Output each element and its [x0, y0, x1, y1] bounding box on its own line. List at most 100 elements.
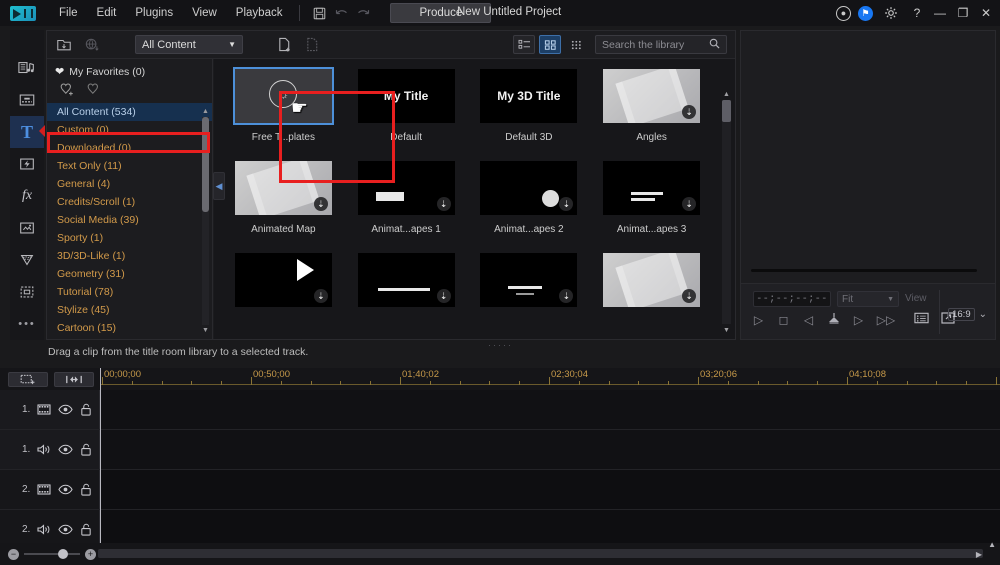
table-row[interactable]: 1. — [0, 390, 1000, 430]
track-manager-icon[interactable] — [8, 371, 48, 387]
thumbnail-default[interactable]: My Title — [357, 69, 455, 123]
favorite-tag-icon[interactable] — [86, 81, 103, 101]
new-title-icon[interactable] — [273, 35, 295, 55]
stop-button[interactable]: ◻ — [776, 313, 791, 327]
list-item[interactable]: My 3D Title Default 3D — [468, 63, 591, 155]
play-button[interactable]: ▷ — [751, 313, 766, 327]
close-button[interactable]: ✕ — [978, 6, 994, 20]
grid-scroll-up-icon[interactable]: ▲ — [721, 89, 732, 99]
account-icon[interactable]: ● — [836, 5, 851, 21]
search-icon[interactable] — [709, 38, 720, 52]
eye-icon[interactable] — [58, 524, 74, 535]
list-item[interactable]: ⇣ Animat...apes 3 — [590, 155, 713, 247]
category-scroll-up-icon[interactable]: ▲ — [201, 107, 210, 116]
download-icon[interactable]: ⇣ — [682, 289, 697, 303]
zoom-out-button[interactable]: − — [8, 548, 19, 560]
save-icon[interactable] — [308, 3, 330, 23]
redo-icon[interactable] — [352, 3, 374, 23]
previous-frame-button[interactable]: ◁ — [801, 313, 816, 327]
my-favorites-row[interactable]: ❤ My Favorites (0) — [47, 59, 212, 80]
category-item-stylize[interactable]: Stylize (45) — [47, 301, 212, 319]
download-icon[interactable]: ⇣ — [313, 197, 328, 211]
help-button[interactable]: ? — [909, 6, 925, 20]
list-item[interactable]: ⇣ — [590, 247, 713, 339]
category-item-general[interactable]: General (4) — [47, 175, 212, 193]
fit-mode-dropdown[interactable]: Fit ▼ — [837, 291, 899, 307]
sidebar-item-particle-room[interactable] — [10, 244, 44, 276]
preview-menu-button[interactable] — [914, 312, 929, 327]
category-item-tutorial[interactable]: Tutorial (78) — [47, 283, 212, 301]
content-filter-dropdown[interactable]: All Content ▼ — [135, 35, 243, 54]
timeline-marker-icon[interactable] — [54, 371, 94, 387]
list-item[interactable]: ⇣ Animated Map — [222, 155, 345, 247]
library-collapse-handle[interactable]: ◀ — [213, 172, 225, 200]
eye-icon[interactable] — [58, 444, 74, 455]
import-media-icon[interactable] — [53, 35, 75, 55]
list-item[interactable]: ⇣ Animat...apes 1 — [345, 155, 468, 247]
table-row[interactable]: 2. — [0, 470, 1000, 510]
maximize-button[interactable]: ❐ — [955, 6, 971, 20]
category-item-text-only[interactable]: Text Only (11) — [47, 157, 212, 175]
track-body-video-2[interactable] — [100, 470, 1000, 509]
download-icon[interactable]: ⇣ — [436, 289, 451, 303]
unlock-icon[interactable] — [80, 523, 92, 536]
category-item-credits-scroll[interactable]: Credits/Scroll (1) — [47, 193, 212, 211]
category-item-custom[interactable]: Custom (0) — [47, 121, 212, 139]
list-item[interactable]: ☼ ☛ Free T...plates — [222, 63, 345, 155]
preview-screen[interactable] — [741, 31, 995, 283]
category-item-cartoon[interactable]: Cartoon (15) — [47, 319, 212, 337]
grid-scroll-thumb[interactable] — [722, 100, 731, 122]
thumbnail-animated-map[interactable]: ⇣ — [234, 161, 332, 215]
track-header-video-2[interactable]: 2. — [0, 470, 100, 509]
sidebar-item-title-room[interactable]: T — [10, 116, 45, 148]
zoom-slider-thumb[interactable] — [58, 549, 68, 559]
grid-view-icon[interactable] — [539, 35, 561, 54]
timeline-ruler[interactable]: 00;00;00 00;50;00 01;40;02 02;30;04 03;2… — [100, 368, 1000, 390]
category-item-social-media[interactable]: Social Media (39) — [47, 211, 212, 229]
preview-timecode[interactable]: --;--;--;-- — [753, 291, 831, 307]
sidebar-item-more-rooms[interactable]: ••• — [10, 308, 44, 340]
gear-icon[interactable] — [880, 3, 902, 23]
sidebar-item-fx-room[interactable]: fx — [10, 180, 44, 212]
category-scrollbar[interactable]: ▲ ▼ — [201, 107, 210, 335]
timeline-expand-up-icon[interactable]: ▲ — [988, 540, 996, 549]
download-icon[interactable]: ⇣ — [559, 289, 574, 303]
undo-icon[interactable] — [330, 3, 352, 23]
unlock-icon[interactable] — [80, 403, 92, 416]
thumbnail-size-icon[interactable] — [565, 35, 587, 54]
aspect-ratio-selector[interactable]: 16:9 ⌄ — [948, 308, 987, 321]
thumbnail-play-template[interactable]: ⇣ — [234, 253, 332, 307]
track-header-video-1[interactable]: 1. — [0, 390, 100, 429]
list-item[interactable]: ⇣ — [468, 247, 591, 339]
thumbnail-small-bar-template[interactable]: ⇣ — [480, 253, 578, 307]
unlock-icon[interactable] — [80, 483, 92, 496]
category-scroll-thumb[interactable] — [202, 117, 209, 212]
menu-playback[interactable]: Playback — [227, 3, 292, 23]
minimize-button[interactable]: — — [932, 6, 948, 20]
menu-edit[interactable]: Edit — [88, 3, 126, 23]
download-icon[interactable]: ⇣ — [682, 105, 697, 119]
export-title-icon[interactable] — [301, 35, 323, 55]
grid-scroll-down-icon[interactable]: ▼ — [721, 325, 732, 335]
search-input[interactable]: Search the library — [595, 35, 727, 54]
timeline-horizontal-scrollbar[interactable] — [98, 549, 983, 558]
list-item[interactable]: ⇣ Animat...apes 2 — [468, 155, 591, 247]
sidebar-item-overlay-room[interactable] — [10, 212, 44, 244]
category-item-sporty[interactable]: Sporty (1) — [47, 229, 212, 247]
track-header-audio-1[interactable]: 1. — [0, 430, 100, 469]
download-icon[interactable]: ⇣ — [682, 197, 697, 211]
category-item-geometry[interactable]: Geometry (31) — [47, 265, 212, 283]
fast-forward-button[interactable]: ▷▷ — [876, 313, 896, 327]
grid-scroll-track[interactable] — [722, 100, 731, 324]
category-item-3d-3d-like[interactable]: 3D/3D-Like (1) — [47, 247, 212, 265]
thumbnail-animated-shapes-3[interactable]: ⇣ — [603, 161, 701, 215]
zoom-in-button[interactable]: + — [85, 548, 96, 560]
zoom-slider-track[interactable] — [24, 549, 80, 559]
unlock-icon[interactable] — [80, 443, 92, 456]
download-icon[interactable]: ⇣ — [313, 289, 328, 303]
list-item[interactable]: My Title Default — [345, 63, 468, 155]
track-body-audio-1[interactable] — [100, 430, 1000, 469]
scroll-right-icon[interactable]: ▶ — [976, 550, 982, 559]
thumbnail-bar-template[interactable]: ⇣ — [357, 253, 455, 307]
add-favorite-icon[interactable] — [59, 81, 76, 101]
